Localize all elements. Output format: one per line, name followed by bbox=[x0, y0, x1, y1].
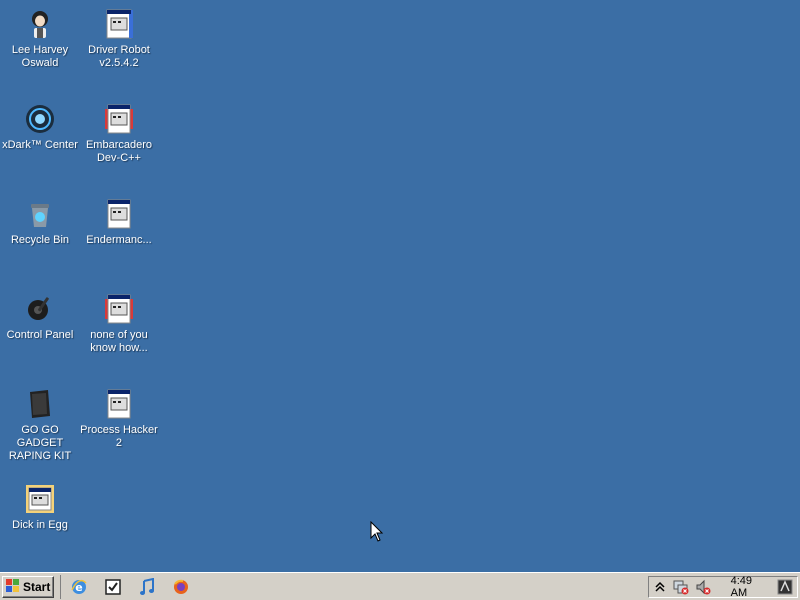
desktop-icon-label: Endermanc... bbox=[86, 234, 152, 246]
application-icon bbox=[103, 8, 135, 40]
start-button[interactable]: Start bbox=[2, 576, 54, 598]
desktop-icon-label: xDark™ Center bbox=[2, 139, 78, 151]
desktop-icon-label: Recycle Bin bbox=[10, 234, 70, 246]
application-icon bbox=[103, 388, 135, 420]
xdark-center-icon bbox=[24, 103, 56, 135]
desktop-icon-recycle-bin[interactable]: Recycle Bin bbox=[0, 198, 80, 247]
clock[interactable]: 4:49 AM bbox=[731, 575, 765, 599]
app-tray-icon[interactable] bbox=[777, 579, 793, 595]
desktop-icon-label: Control Panel bbox=[6, 329, 74, 341]
mouse-cursor-icon bbox=[370, 520, 384, 548]
desktop-icon-label: Embarcadero Dev-C++ bbox=[85, 139, 153, 164]
windows-logo-icon bbox=[6, 578, 20, 596]
desktop-icon-embarcadero-dev-cpp[interactable]: Embarcadero Dev-C++ bbox=[79, 103, 159, 165]
desktop-icon-label: Lee Harvey Oswald bbox=[11, 44, 69, 69]
firefox-icon[interactable] bbox=[169, 575, 193, 599]
music-note-icon[interactable] bbox=[135, 575, 159, 599]
desktop: Lee Harvey Oswald xDark™ Center Recycle … bbox=[0, 0, 800, 572]
control-panel-icon bbox=[24, 293, 56, 325]
desktop-icon-none-of-you-know-how[interactable]: none of you know how... bbox=[79, 293, 159, 355]
desktop-icon-lee-harvey-oswald[interactable]: Lee Harvey Oswald bbox=[0, 8, 80, 70]
desktop-icon-label: Process Hacker 2 bbox=[80, 424, 158, 449]
application-icon bbox=[103, 198, 135, 230]
desktop-icon-dick-in-egg[interactable]: Dick in Egg bbox=[0, 483, 80, 532]
chevron-up-icon[interactable] bbox=[653, 579, 667, 595]
desktop-icon-process-hacker[interactable]: Process Hacker 2 bbox=[79, 388, 159, 450]
desktop-icon-label: Dick in Egg bbox=[12, 519, 68, 531]
desktop-icon-endermanc[interactable]: Endermanc... bbox=[79, 198, 159, 247]
application-icon bbox=[103, 293, 135, 325]
user-avatar-icon bbox=[24, 8, 56, 40]
start-label: Start bbox=[23, 580, 51, 594]
desktop-icon-label: Driver Robot v2.5.4.2 bbox=[88, 44, 150, 69]
internet-explorer-icon[interactable]: e bbox=[67, 575, 91, 599]
desktop-icon-xdark-center[interactable]: xDark™ Center bbox=[0, 103, 80, 152]
network-disconnected-icon[interactable] bbox=[673, 579, 689, 595]
desktop-icon-label: none of you know how... bbox=[90, 329, 148, 354]
application-icon bbox=[24, 483, 56, 515]
application-icon bbox=[103, 103, 135, 135]
system-tray: 4:49 AM bbox=[648, 575, 798, 599]
desktop-icon-control-panel[interactable]: Control Panel bbox=[0, 293, 80, 342]
taskbar: Start e 4:49 AM bbox=[0, 572, 800, 600]
quick-launch-bar: e bbox=[60, 575, 193, 599]
volume-muted-icon[interactable] bbox=[695, 579, 711, 595]
black-folder-icon bbox=[24, 388, 56, 420]
recycle-bin-icon bbox=[24, 198, 56, 230]
desktop-icon-go-go-gadget[interactable]: GO GO GADGET RAPING KIT bbox=[0, 388, 80, 463]
checkbox-app-icon[interactable] bbox=[101, 575, 125, 599]
desktop-icon-label: GO GO GADGET RAPING KIT bbox=[8, 424, 72, 462]
desktop-icon-driver-robot[interactable]: Driver Robot v2.5.4.2 bbox=[79, 8, 159, 70]
